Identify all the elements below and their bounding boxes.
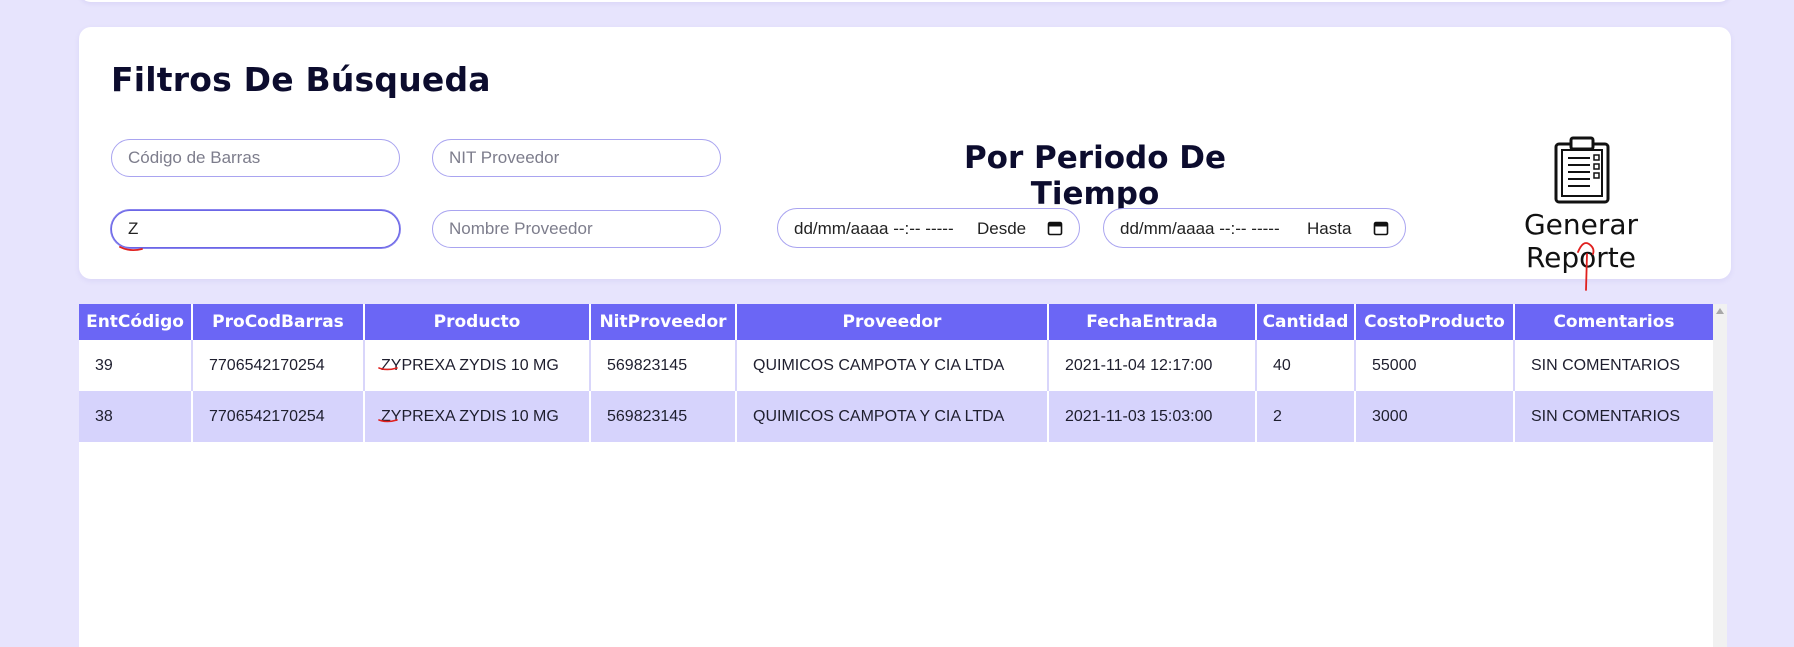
table-body: 39 7706542170254 ZYPREXA ZYDIS 10 MG 569823… — [79, 340, 1713, 442]
column-header[interactable]: EntCódigo — [79, 304, 193, 340]
table-cell: 7706542170254 — [192, 391, 365, 442]
table-cell: 40 — [1256, 340, 1356, 391]
column-header[interactable]: CostoProducto — [1355, 304, 1515, 340]
column-header[interactable]: Producto — [364, 304, 591, 340]
calendar-icon[interactable] — [1047, 220, 1063, 236]
date-from-label: Desde — [977, 219, 1027, 238]
table-cell: 55000 — [1355, 340, 1515, 391]
table-cell: 569823145 — [590, 391, 737, 442]
date-to-input[interactable]: dd/mm/aaaa --:-- ----- Hasta — [1103, 208, 1406, 248]
entries-table: EntCódigo ProCodBarras Producto NitProveedo… — [79, 304, 1713, 442]
table-row[interactable]: 38 7706542170254 ZYPREXA ZYDIS 10 MG 569823… — [79, 391, 1713, 442]
previous-card-edge — [79, 0, 1731, 2]
table-cell: 7706542170254 — [192, 340, 365, 391]
product-name-input[interactable] — [111, 210, 400, 248]
annotation-underline — [378, 367, 398, 371]
entries-table-container: EntCódigo ProCodBarras Producto NitProveedo… — [79, 304, 1715, 647]
table-scrollbar[interactable] — [1713, 304, 1727, 647]
column-header[interactable]: Comentarios — [1514, 304, 1713, 340]
column-header[interactable]: Cantidad — [1256, 304, 1356, 340]
table-cell: QUIMICOS CAMPOTA Y CIA LTDA — [736, 340, 1049, 391]
table-header-row: EntCódigo ProCodBarras Producto NitProveedo… — [79, 304, 1713, 340]
date-to-placeholder: dd/mm/aaaa --:-- ----- — [1120, 219, 1280, 238]
annotation-underline — [119, 246, 143, 252]
table-cell: QUIMICOS CAMPOTA Y CIA LTDA — [736, 391, 1049, 442]
clipboard-icon — [1554, 136, 1610, 204]
table-cell: SIN COMENTARIOS — [1514, 340, 1713, 391]
table-cell: 39 — [79, 340, 193, 391]
annotation-underline — [378, 419, 398, 423]
table-cell: 569823145 — [590, 340, 737, 391]
table-cell: 3000 — [1355, 391, 1515, 442]
date-from-input[interactable]: dd/mm/aaaa --:-- ----- Desde — [777, 208, 1080, 248]
date-to-label: Hasta — [1307, 219, 1352, 238]
table-row[interactable]: 39 7706542170254 ZYPREXA ZYDIS 10 MG 569823… — [79, 340, 1713, 391]
table-cell: SIN COMENTARIOS — [1514, 391, 1713, 442]
generate-report-button[interactable]: Generar Reporte — [1468, 136, 1694, 274]
table-cell: 2021-11-04 12:17:00 — [1048, 340, 1257, 391]
period-title: Por Periodo De Tiempo — [963, 140, 1227, 212]
date-from-placeholder: dd/mm/aaaa --:-- ----- — [794, 219, 954, 238]
annotation-arrow — [1577, 242, 1595, 291]
nit-provider-input[interactable] — [432, 139, 721, 177]
column-header[interactable]: Proveedor — [736, 304, 1049, 340]
column-header[interactable]: NitProveedor — [590, 304, 737, 340]
scroll-up-arrow-icon[interactable] — [1716, 308, 1724, 314]
table-cell: 2 — [1256, 391, 1356, 442]
table-cell: 38 — [79, 391, 193, 442]
calendar-icon[interactable] — [1373, 220, 1389, 236]
filters-title: Filtros De Búsqueda — [111, 60, 491, 99]
column-header[interactable]: FechaEntrada — [1048, 304, 1257, 340]
column-header[interactable]: ProCodBarras — [192, 304, 365, 340]
table-cell: 2021-11-03 15:03:00 — [1048, 391, 1257, 442]
barcode-input[interactable] — [111, 139, 400, 177]
provider-name-input[interactable] — [432, 210, 721, 248]
